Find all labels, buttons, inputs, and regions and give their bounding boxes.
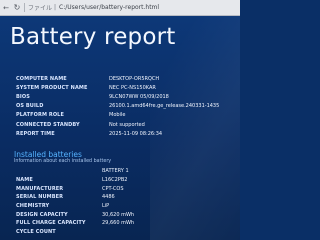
refresh-icon[interactable]: ↻ — [12, 3, 22, 13]
installed-batteries-heading: Installed batteries — [14, 150, 82, 159]
info-value: Mobile — [109, 112, 126, 119]
info-label: REPORT TIME — [16, 130, 55, 137]
back-arrow-icon[interactable]: ← — [1, 3, 11, 13]
battery-label: CHEMISTRY — [16, 203, 50, 210]
address-bar[interactable]: C:/Users/user/battery-report.html — [59, 4, 159, 11]
page-title: Battery report — [10, 24, 176, 50]
battery-value: 4486 — [102, 194, 115, 201]
info-value: NEC PC-NS150KAR — [109, 84, 156, 91]
separator-icon: | — [54, 4, 57, 11]
info-row-connected-standby: CONNECTED STANDBY Not supported — [16, 120, 219, 129]
info-label: COMPUTER NAME — [16, 75, 67, 82]
file-label: ファイル — [24, 3, 52, 12]
battery-value: 29,660 mWh — [102, 220, 135, 227]
battery-label: DESIGN CAPACITY — [16, 211, 68, 218]
battery-row-cycle-count: CYCLE COUNT — [16, 228, 134, 237]
battery-row-design-capacity: DESIGN CAPACITY 30,620 mWh — [16, 210, 134, 219]
info-label: BIOS — [16, 93, 30, 100]
battery-row-chemistry: CHEMISTRY LiP — [16, 202, 134, 211]
battery-row-manufacturer: MANUFACTURER CPT-COS — [16, 185, 134, 194]
info-row-os-build: OS BUILD 26100.1.amd64fre.ge_release.240… — [16, 102, 219, 111]
info-label: PLATFORM ROLE — [16, 112, 64, 119]
battery-column-header: BATTERY 1 — [102, 168, 129, 174]
info-value: 9LCN07WW 05/09/2018 — [109, 93, 169, 100]
battery-value: L16C2PB2 — [102, 177, 128, 184]
info-row-platform-role: PLATFORM ROLE Mobile — [16, 111, 219, 120]
info-label: CONNECTED STANDBY — [16, 121, 80, 128]
battery-row-full-charge-capacity: FULL CHARGE CAPACITY 29,660 mWh — [16, 219, 134, 228]
battery-label: CYCLE COUNT — [16, 228, 56, 235]
info-label: OS BUILD — [16, 103, 44, 110]
info-row-system-product-name: SYSTEM PRODUCT NAME NEC PC-NS150KAR — [16, 83, 219, 92]
info-value: Not supported — [109, 121, 145, 128]
info-value: 2025-11-09 08:26:34 — [109, 130, 163, 137]
battery-label: FULL CHARGE CAPACITY — [16, 220, 86, 227]
system-info-table: COMPUTER NAME DESKTOP-OR5RQCH SYSTEM PRO… — [16, 74, 219, 138]
info-label: SYSTEM PRODUCT NAME — [16, 84, 88, 91]
info-row-report-time: REPORT TIME 2025-11-09 08:26:34 — [16, 129, 219, 138]
battery-row-name: NAME L16C2PB2 — [16, 176, 134, 185]
battery-label: SERIAL NUMBER — [16, 194, 64, 201]
info-value: 26100.1.amd64fre.ge_release.240331-1435 — [109, 103, 220, 110]
info-row-computer-name: COMPUTER NAME DESKTOP-OR5RQCH — [16, 74, 219, 83]
info-value: DESKTOP-OR5RQCH — [109, 75, 160, 82]
battery-label: MANUFACTURER — [16, 185, 64, 192]
battery-value: LiP — [102, 203, 110, 210]
browser-toolbar: ← ↻ ファイル | C:/Users/user/battery-report.… — [0, 0, 240, 16]
battery-value: CPT-COS — [102, 185, 124, 192]
battery-value: 30,620 mWh — [102, 211, 135, 218]
report-page: Battery report COMPUTER NAME DESKTOP-OR5… — [0, 16, 240, 240]
battery-row-serial-number: SERIAL NUMBER 4486 — [16, 193, 134, 202]
info-row-bios: BIOS 9LCN07WW 05/09/2018 — [16, 92, 219, 101]
battery-table: NAME L16C2PB2 MANUFACTURER CPT-COS SERIA… — [16, 176, 134, 236]
battery-label: NAME — [16, 177, 33, 184]
installed-batteries-subtitle: Information about each installed battery — [14, 159, 112, 164]
